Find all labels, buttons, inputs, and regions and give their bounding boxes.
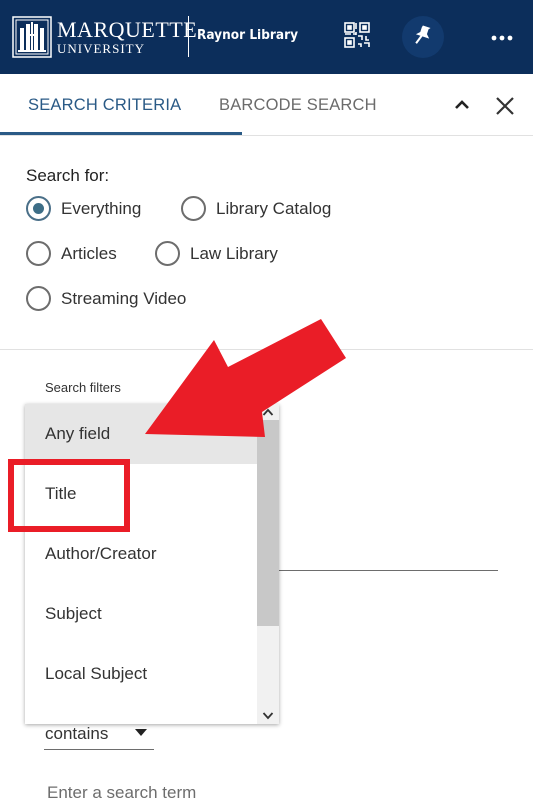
chevron-up-icon — [262, 404, 274, 421]
logo-wordmark-line1: MARQUETTE — [57, 17, 198, 42]
operator-value: contains — [45, 724, 109, 743]
operator-select[interactable]: contains — [44, 720, 154, 750]
radio-button[interactable] — [26, 286, 51, 311]
header-divider — [188, 16, 189, 57]
chevron-up-icon — [454, 96, 470, 114]
marquette-seal-icon — [12, 16, 52, 58]
collapse-button[interactable] — [451, 94, 473, 116]
tab-barcode-search[interactable]: BARCODE SEARCH — [219, 96, 377, 115]
library-name[interactable]: Raynor Library — [197, 27, 298, 43]
radio-label-everything: Everything — [61, 198, 142, 218]
scroll-up-arrow[interactable] — [257, 404, 279, 420]
radio-law-library[interactable]: Law Library — [155, 241, 278, 266]
pin-button[interactable] — [402, 16, 444, 58]
logo-wordmark-line2: UNIVERSITY — [57, 41, 145, 56]
pin-icon — [411, 23, 435, 52]
radio-button[interactable] — [155, 241, 180, 266]
search-filters-label: Search filters — [45, 380, 121, 395]
close-button[interactable] — [493, 96, 517, 120]
radio-label-streaming-video: Streaming Video — [61, 288, 187, 308]
search-field-underline — [278, 570, 498, 571]
more-options-button[interactable] — [481, 16, 523, 58]
section-divider — [0, 349, 533, 350]
chevron-down-icon — [262, 707, 274, 724]
radio-button[interactable] — [26, 241, 51, 266]
tab-search-criteria[interactable]: SEARCH CRITERIA — [28, 96, 181, 115]
dropdown-caret-icon — [135, 729, 147, 736]
radio-label-articles: Articles — [61, 243, 117, 263]
radio-label-library-catalog: Library Catalog — [216, 198, 332, 218]
qr-code-button[interactable] — [336, 16, 378, 58]
radio-library-catalog[interactable]: Library Catalog — [181, 196, 331, 221]
title-highlight-box — [8, 459, 130, 532]
dropdown-option-local-subject[interactable]: Local Subject — [25, 644, 257, 704]
radio-button[interactable] — [181, 196, 206, 221]
dropdown-option-author-creator[interactable]: Author/Creator — [25, 524, 257, 584]
radio-everything[interactable]: Everything — [26, 196, 141, 221]
dropdown-option-subject[interactable]: Subject — [25, 584, 257, 644]
radio-label-law-library: Law Library — [190, 243, 278, 263]
active-tab-indicator — [0, 132, 242, 135]
marquette-logo[interactable]: MARQUETTE UNIVERSITY — [12, 16, 197, 58]
qr-code-icon — [343, 21, 371, 54]
search-field-dropdown[interactable]: Any field Title Author/Creator Subject L… — [25, 404, 279, 724]
dropdown-option-any-field[interactable]: Any field — [25, 404, 257, 464]
radio-streaming-video[interactable]: Streaming Video — [26, 286, 186, 311]
close-icon — [495, 96, 515, 121]
radio-articles[interactable]: Articles — [26, 241, 117, 266]
search-for-label: Search for: — [26, 166, 110, 185]
radio-button-selected[interactable] — [26, 196, 51, 221]
top-header: MARQUETTE UNIVERSITY Raynor Library — [0, 0, 533, 74]
search-tabs: SEARCH CRITERIA BARCODE SEARCH — [0, 74, 533, 136]
scrollbar-thumb[interactable] — [257, 420, 279, 626]
scroll-down-arrow[interactable] — [257, 708, 279, 724]
dropdown-scrollbar[interactable] — [257, 404, 279, 724]
more-dots-icon — [491, 28, 513, 46]
search-term-input[interactable]: Enter a search term — [47, 783, 196, 803]
